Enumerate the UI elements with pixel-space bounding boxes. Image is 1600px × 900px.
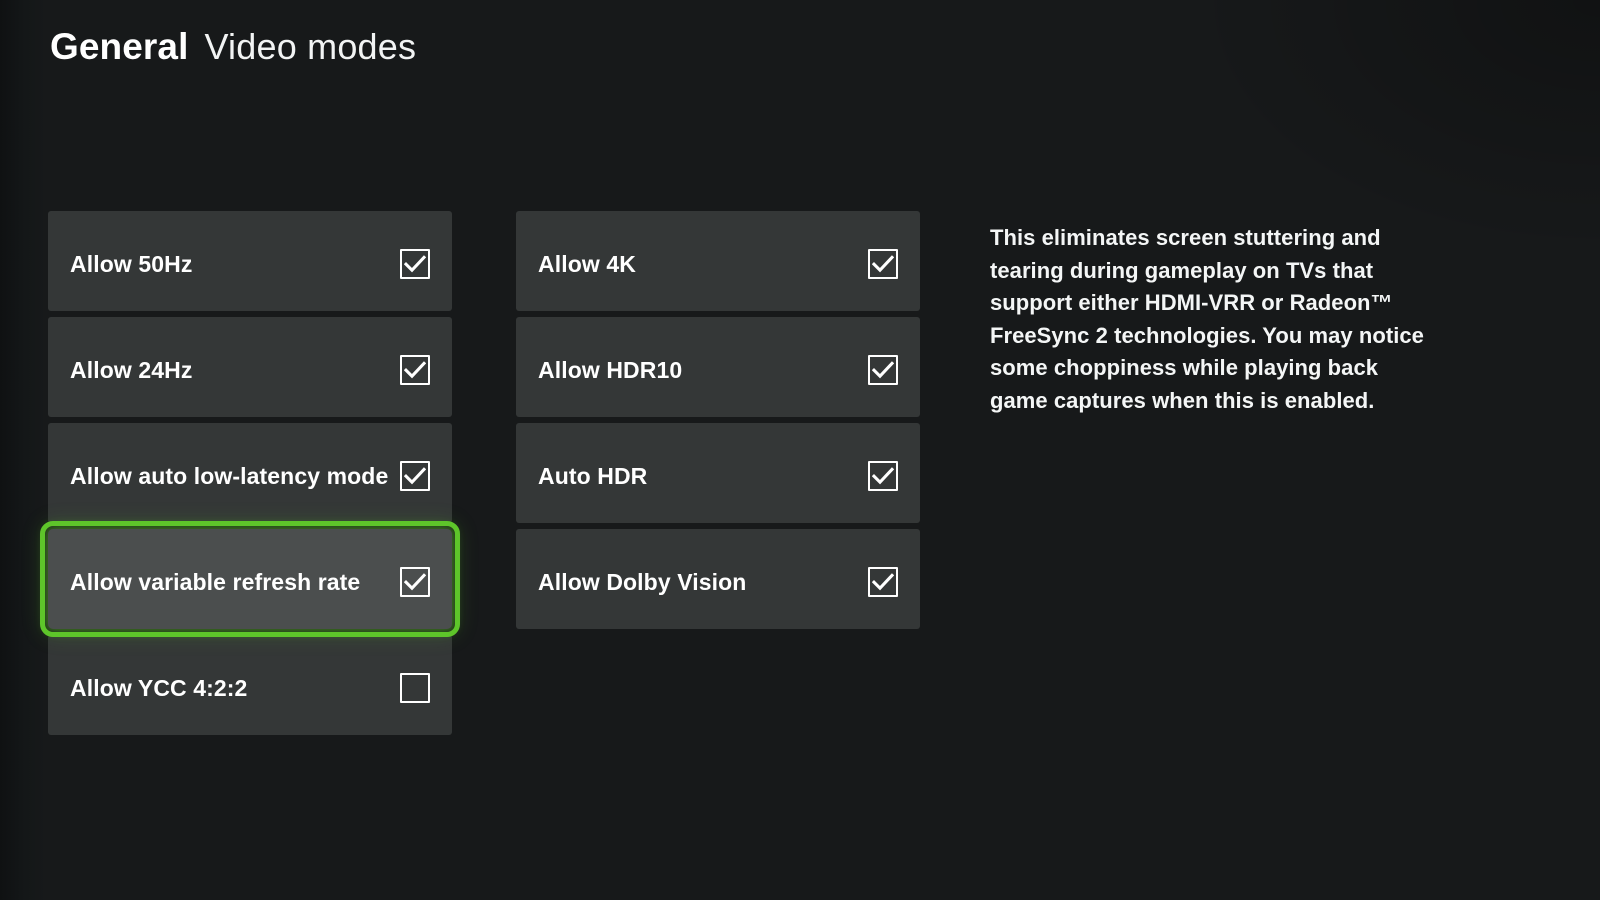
option-row-allow-variable-refresh-rate[interactable]: Allow variable refresh rate bbox=[40, 521, 460, 637]
option-label: Allow auto low-latency mode bbox=[70, 462, 389, 489]
checkbox-checked-icon[interactable] bbox=[400, 249, 430, 279]
option-column-left: Allow 50Hz Allow 24Hz Allow auto low-laten… bbox=[40, 211, 460, 735]
description-panel: This eliminates screen stuttering and te… bbox=[990, 222, 1430, 417]
checkbox-checked-icon[interactable] bbox=[868, 567, 898, 597]
checkbox-checked-icon[interactable] bbox=[868, 355, 898, 385]
option-row-allow-50hz[interactable]: Allow 50Hz bbox=[48, 211, 452, 311]
option-label: Allow 4K bbox=[538, 250, 636, 277]
option-row-auto-hdr[interactable]: Auto HDR bbox=[516, 423, 920, 523]
option-label: Allow variable refresh rate bbox=[70, 568, 361, 595]
option-row-allow-dolby-vision[interactable]: Allow Dolby Vision bbox=[516, 529, 920, 629]
description-text: This eliminates screen stuttering and te… bbox=[990, 225, 1424, 413]
option-column-right: Allow 4K Allow HDR10 Auto HDR Allow Dolby V… bbox=[516, 211, 920, 629]
option-label: Allow 50Hz bbox=[70, 250, 193, 277]
checkbox-checked-icon[interactable] bbox=[868, 249, 898, 279]
option-label: Allow 24Hz bbox=[70, 356, 193, 383]
checkbox-checked-icon[interactable] bbox=[868, 461, 898, 491]
video-modes-settings: Allow 50Hz Allow 24Hz Allow auto low-laten… bbox=[0, 0, 1600, 900]
option-row-allow-hdr10[interactable]: Allow HDR10 bbox=[516, 317, 920, 417]
option-row-allow-ycc-4-2-2[interactable]: Allow YCC 4:2:2 bbox=[48, 635, 452, 735]
option-row-allow-4k[interactable]: Allow 4K bbox=[516, 211, 920, 311]
option-label: Auto HDR bbox=[538, 462, 648, 489]
checkbox-checked-icon[interactable] bbox=[400, 355, 430, 385]
checkbox-checked-icon[interactable] bbox=[400, 461, 430, 491]
checkbox-unchecked-icon[interactable] bbox=[400, 673, 430, 703]
option-label: Allow Dolby Vision bbox=[538, 568, 747, 595]
checkbox-checked-icon[interactable] bbox=[400, 567, 430, 597]
option-row-allow-24hz[interactable]: Allow 24Hz bbox=[48, 317, 452, 417]
option-label: Allow YCC 4:2:2 bbox=[70, 674, 248, 701]
option-row-allow-auto-low-latency-mode[interactable]: Allow auto low-latency mode bbox=[48, 423, 452, 523]
option-label: Allow HDR10 bbox=[538, 356, 683, 383]
